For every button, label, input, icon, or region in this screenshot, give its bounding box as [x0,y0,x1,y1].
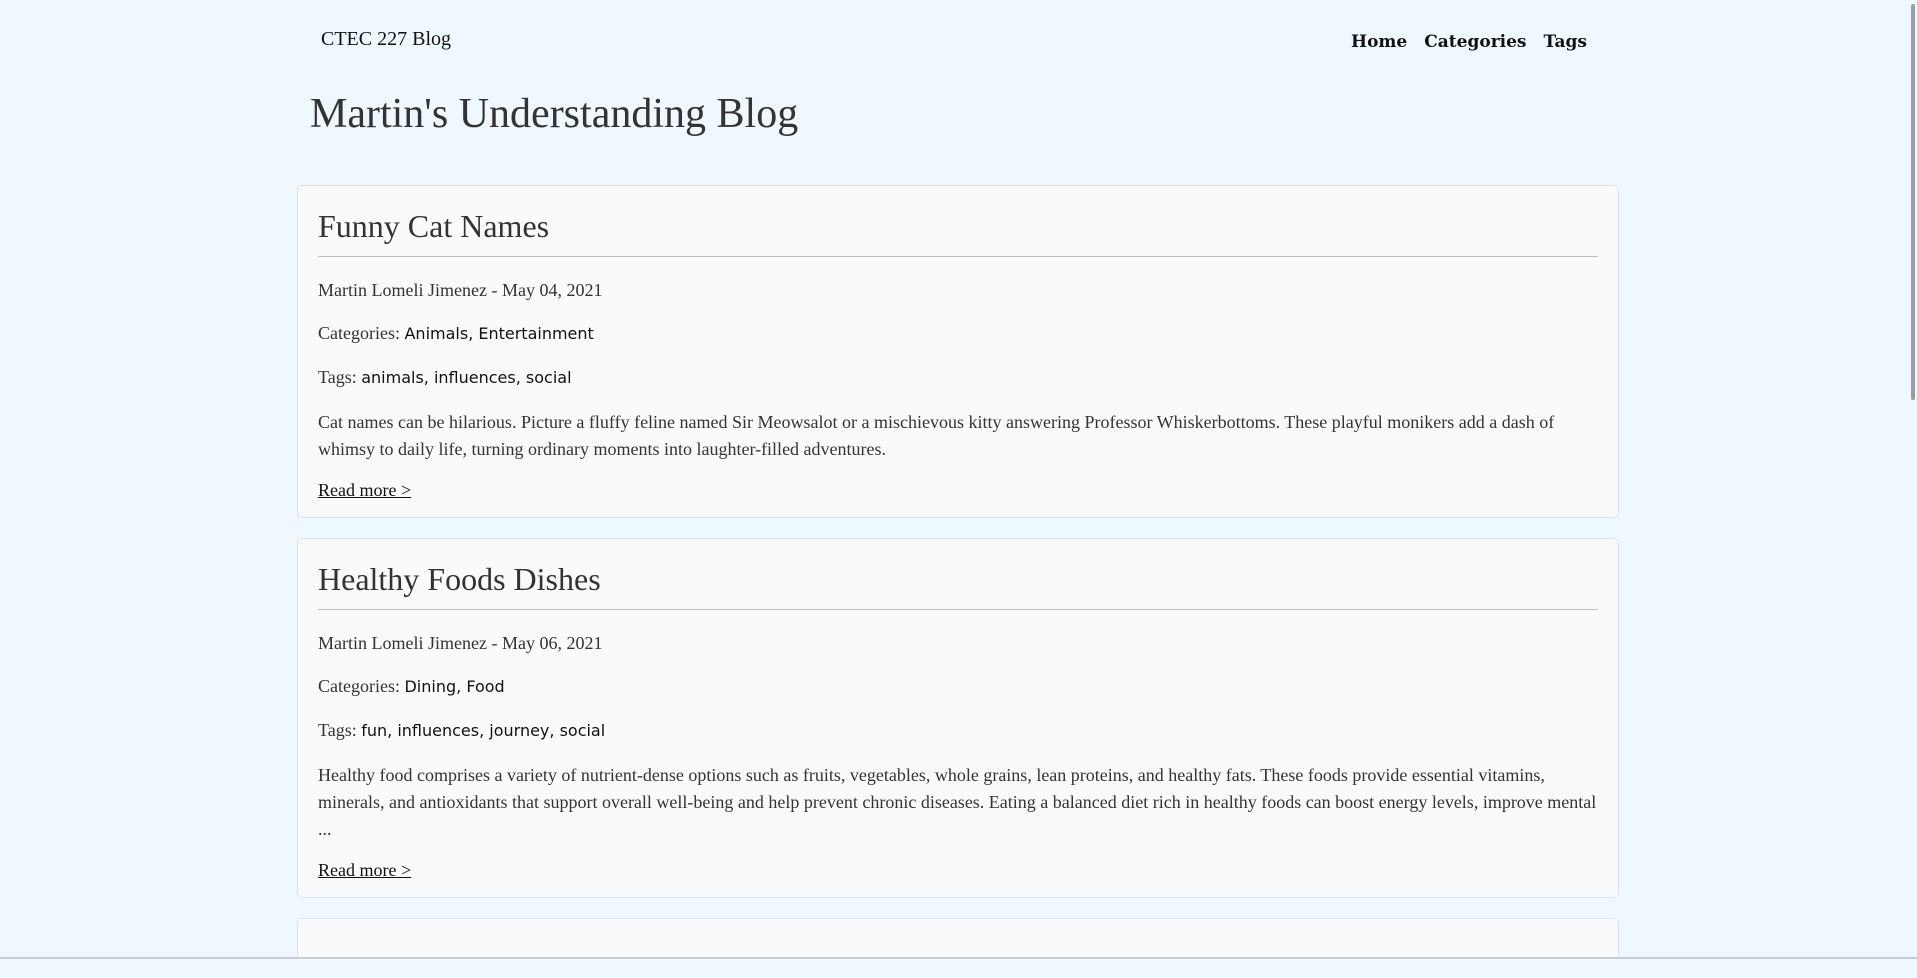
post-card: Funny Cat Names Martin Lomeli Jimenez - … [297,185,1619,518]
list-separator: , [456,677,467,696]
list-separator: , [423,368,434,387]
list-separator: , [549,721,560,740]
nav-categories[interactable]: Categories [1424,32,1526,52]
post-excerpt: Healthy food comprises a variety of nutr… [318,765,1597,839]
post-date: May 04, 2021 [501,280,603,300]
main-nav: Home Categories Tags [1351,32,1587,52]
post-meta: Martin Lomeli Jimenez - May 04, 2021 [318,279,1598,301]
nav-tags[interactable]: Tags [1544,32,1588,52]
post-tags: Tags: fun, influences, journey, social [318,719,1598,742]
post-author: Martin Lomeli Jimenez [318,633,487,653]
list-separator: , [468,324,479,343]
category-link[interactable]: Entertainment [478,324,593,343]
vertical-scrollbar[interactable] [1911,4,1915,400]
tag-link[interactable]: influences [434,368,516,387]
list-separator: , [387,721,398,740]
category-link[interactable]: Dining [404,677,456,696]
page-title: Martin's Understanding Blog [310,91,799,137]
list-separator: , [515,368,526,387]
brand-link[interactable]: CTEC 227 Blog [321,28,451,51]
tags-label: Tags: [318,720,357,740]
post-title: Funny Cat Names [318,206,1598,257]
list-separator: , [479,721,490,740]
post-excerpt: Cat names can be hilarious. Picture a fl… [318,412,1555,459]
tag-link[interactable]: social [560,721,606,740]
meta-separator: - [491,633,502,653]
nav-home[interactable]: Home [1351,32,1407,52]
tags-label: Tags: [318,367,357,387]
tag-link[interactable]: journey [489,721,549,740]
post-meta: Martin Lomeli Jimenez - May 06, 2021 [318,632,1598,654]
tag-link[interactable]: animals [361,368,424,387]
category-link[interactable]: Animals [404,324,468,343]
tag-link[interactable]: influences [397,721,479,740]
post-list: Funny Cat Names Martin Lomeli Jimenez - … [297,185,1619,978]
category-link[interactable]: Food [466,677,504,696]
tag-link[interactable]: social [526,368,572,387]
meta-separator: - [491,280,502,300]
post-date: May 06, 2021 [501,633,603,653]
categories-label: Categories: [318,676,400,696]
tag-link[interactable]: fun [361,721,387,740]
categories-label: Categories: [318,323,400,343]
post-card-partial [297,918,1619,958]
read-more-link[interactable]: Read more > [318,859,411,881]
post-categories: Categories: Dining, Food [318,675,1598,698]
read-more-link[interactable]: Read more > [318,479,411,501]
post-tags: Tags: animals, influences, social [318,366,1598,389]
post-categories: Categories: Animals, Entertainment [318,322,1598,345]
post-author: Martin Lomeli Jimenez [318,280,487,300]
post-card: Healthy Foods Dishes Martin Lomeli Jimen… [297,538,1619,898]
post-title: Healthy Foods Dishes [318,559,1598,610]
blog-page: CTEC 227 Blog Home Categories Tags Marti… [0,0,1917,959]
